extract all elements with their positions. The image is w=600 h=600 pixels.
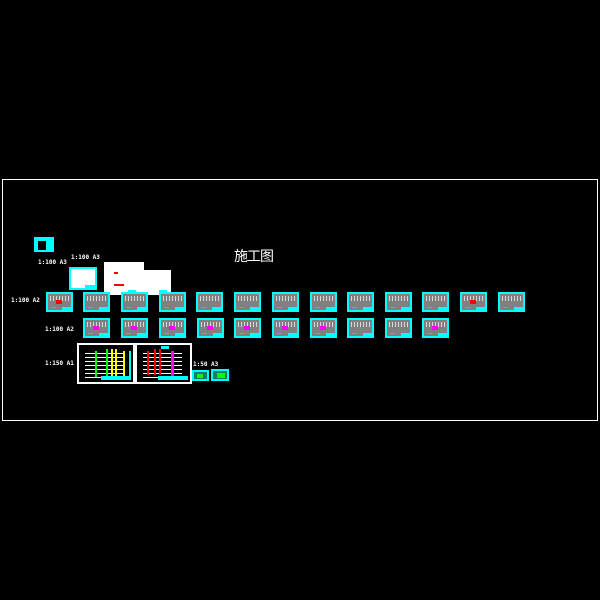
sheet-row1-13[interactable]	[498, 292, 525, 312]
sheet-row1-5[interactable]	[196, 292, 223, 312]
sheet-row2-9[interactable]	[385, 318, 412, 338]
sheet-row1-9[interactable]	[347, 292, 374, 312]
sheet-row2-1[interactable]	[83, 318, 110, 338]
sheet-row2-7[interactable]	[310, 318, 337, 338]
detail-sheet-1[interactable]	[192, 370, 209, 381]
sheet-row1-1[interactable]	[46, 292, 73, 312]
system-diagram-sheet-2[interactable]	[135, 343, 192, 384]
scale-label-row2: 1:100 A2	[45, 326, 74, 333]
notes-sheet[interactable]	[104, 262, 144, 295]
system-diagram-sheet-1[interactable]	[77, 343, 135, 384]
sheet-row2-2[interactable]	[121, 318, 148, 338]
scale-label-cover: 1:100 A3	[38, 259, 67, 266]
sheet-row2-10[interactable]	[422, 318, 449, 338]
index-sheet[interactable]	[69, 267, 97, 290]
sheet-row1-12[interactable]	[460, 292, 487, 312]
sheet-row2-8[interactable]	[347, 318, 374, 338]
sheet-row1-11[interactable]	[422, 292, 449, 312]
scale-label-row1: 1:100 A2	[11, 297, 40, 304]
sheet-row2-3[interactable]	[159, 318, 186, 338]
drawing-title: 施工图	[234, 249, 274, 265]
sheet-row2-5[interactable]	[234, 318, 261, 338]
scale-label-index: 1:100 A3	[71, 254, 100, 261]
sheet-row2-6[interactable]	[272, 318, 299, 338]
sheet-row1-2[interactable]	[83, 292, 110, 312]
sheet-row2-4[interactable]	[197, 318, 224, 338]
scale-label-detail: 1:50 A3	[193, 361, 219, 368]
sheet-row1-6[interactable]	[234, 292, 261, 312]
detail-sheet-2[interactable]	[211, 369, 229, 381]
sheet-row1-4[interactable]	[159, 292, 186, 312]
sheet-row1-8[interactable]	[310, 292, 337, 312]
sheet-row1-10[interactable]	[385, 292, 412, 312]
cover-sheet[interactable]	[34, 237, 54, 252]
sheet-row1-3[interactable]	[121, 292, 148, 312]
scale-label-row3: 1:150 A1	[45, 360, 74, 367]
sheet-row1-7[interactable]	[272, 292, 299, 312]
